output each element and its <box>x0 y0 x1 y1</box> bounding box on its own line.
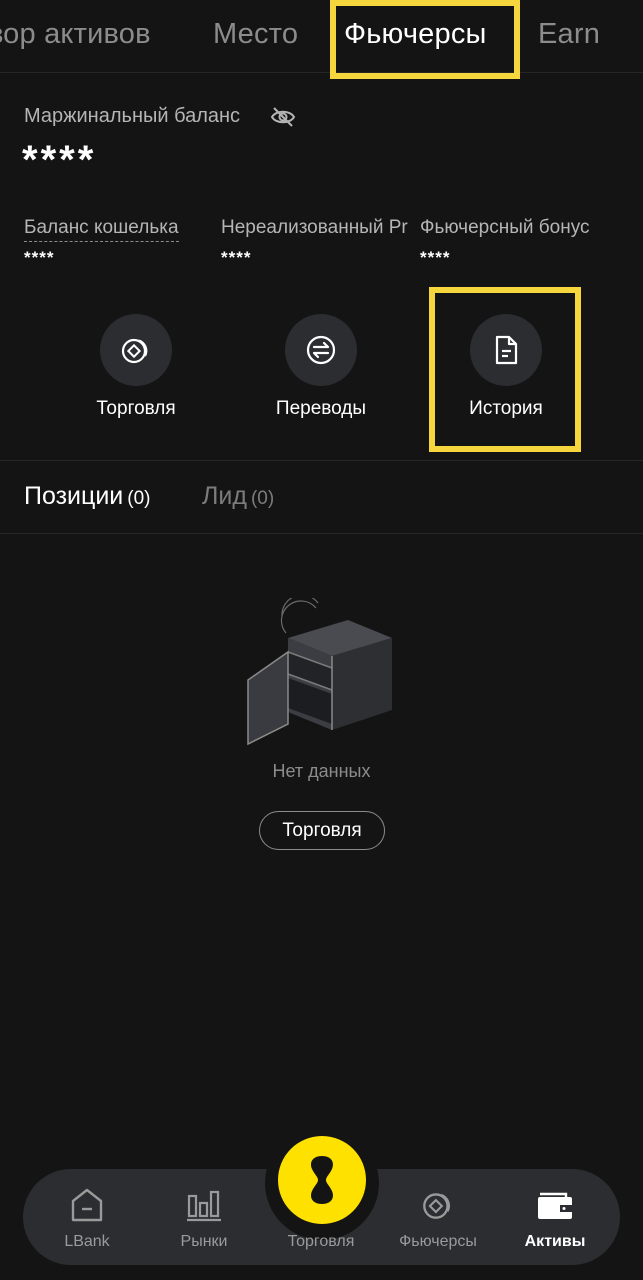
unrealized-pnl-label: Нереализованный Pr <box>221 217 408 238</box>
transfer-arrows-icon <box>306 335 336 365</box>
nav-lbank[interactable]: LBank <box>32 1185 142 1251</box>
margin-balance-label: Маржинальный баланс <box>24 105 241 127</box>
tab-positions[interactable]: Позиции (0) <box>24 482 151 511</box>
unrealized-pnl-value: **** <box>221 248 252 267</box>
trade-logo-icon <box>311 1156 333 1204</box>
margin-balance-value: **** <box>22 138 97 182</box>
coin-icon <box>121 338 148 364</box>
no-data-text: Нет данных <box>272 761 371 781</box>
nav-futures-label: Фьючерсы <box>399 1233 477 1250</box>
tab-lead[interactable]: Лид (0) <box>202 482 274 511</box>
history-action-button[interactable]: История <box>426 314 586 424</box>
nav-futures[interactable]: Фьючерсы <box>383 1185 493 1251</box>
top-tab-bar: зор активов Место Фьючерсы Earn <box>0 0 643 73</box>
tab-futures[interactable]: Фьючерсы <box>344 18 487 51</box>
tab-spot[interactable]: Место <box>213 18 298 51</box>
tab-positions-count: (0) <box>127 488 151 509</box>
document-icon <box>495 335 518 365</box>
transfers-action-label: Переводы <box>275 398 367 419</box>
tab-lead-label: Лид <box>202 482 247 510</box>
empty-box-illustration <box>247 598 392 746</box>
wallet-icon <box>500 1185 610 1225</box>
trade-action-label: Торговля <box>96 398 176 419</box>
home-icon <box>32 1185 142 1225</box>
nav-lbank-label: LBank <box>64 1233 110 1250</box>
nav-markets[interactable]: Рынки <box>149 1185 259 1251</box>
coin-icon <box>383 1185 493 1225</box>
trade-action-circle <box>100 314 172 386</box>
tab-earn[interactable]: Earn <box>538 18 600 51</box>
history-action-label: История <box>469 398 543 419</box>
nav-assets[interactable]: Активы <box>500 1185 610 1251</box>
wallet-balance-value: **** <box>24 248 55 267</box>
transfers-action-button[interactable]: Переводы <box>241 314 401 424</box>
nav-trade-label: Торговля <box>287 1233 355 1250</box>
futures-bonus-label: Фьючерсный бонус <box>420 217 590 238</box>
nav-trade-button[interactable] <box>278 1136 366 1224</box>
eye-hidden-icon[interactable] <box>270 106 296 128</box>
section-divider <box>0 460 643 461</box>
futures-bonus-value: **** <box>420 248 451 267</box>
transfers-action-circle <box>285 314 357 386</box>
wallet-balance-label[interactable]: Баланс кошелька <box>24 217 179 242</box>
empty-trade-button[interactable]: Торговля <box>259 811 385 850</box>
nav-assets-label: Активы <box>524 1233 586 1250</box>
tab-asset-overview[interactable]: зор активов <box>0 18 151 51</box>
tab-lead-count: (0) <box>250 488 275 509</box>
tab-positions-label: Позиции <box>24 482 124 510</box>
bar-chart-icon <box>149 1185 259 1225</box>
trade-action-button[interactable]: Торговля <box>56 314 216 424</box>
history-action-circle <box>470 314 542 386</box>
tabs-divider <box>0 533 643 534</box>
nav-markets-label: Рынки <box>180 1233 228 1250</box>
